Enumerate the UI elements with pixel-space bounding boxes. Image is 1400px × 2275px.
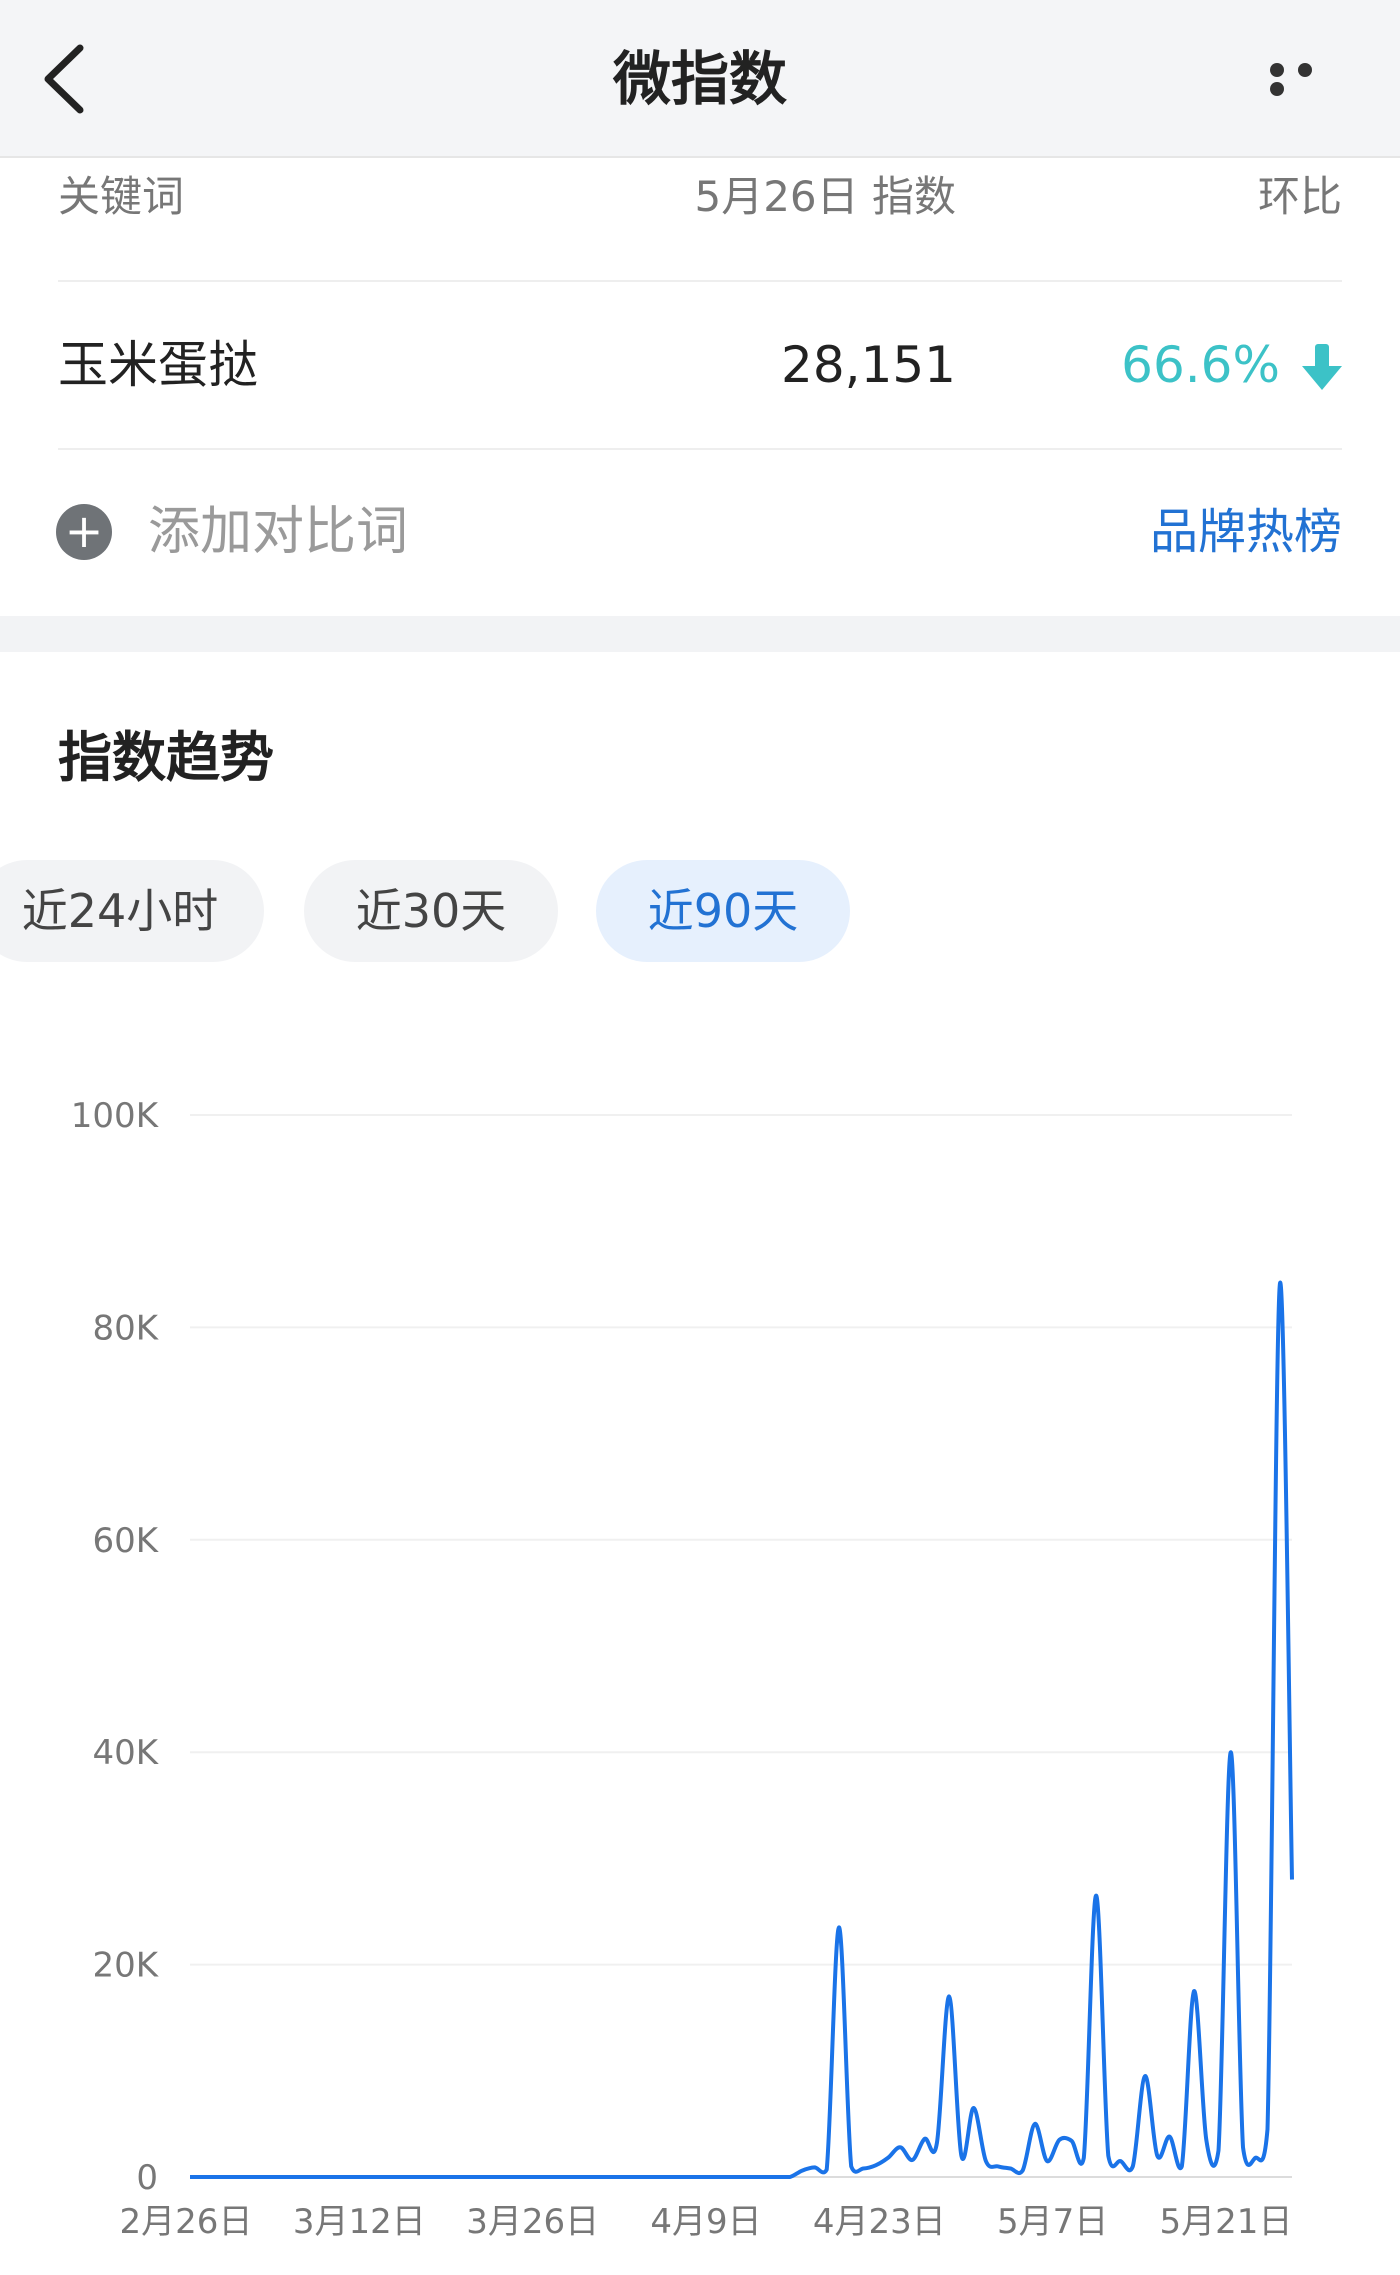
divider — [58, 280, 1342, 282]
y-tick-label: 80K — [92, 1308, 159, 1348]
x-tick-label: 4月9日 — [650, 2202, 761, 2242]
column-index-header: 5月26日 指数 — [694, 172, 956, 221]
series-line — [190, 1280, 1294, 2179]
arrow-down-icon — [1302, 344, 1342, 390]
divider — [58, 448, 1342, 450]
tab-24h[interactable]: 近24小时 — [0, 860, 264, 962]
brand-hot-list-link[interactable]: 品牌热榜 — [1150, 498, 1342, 566]
nav-bar: 微指数 — [0, 0, 1400, 158]
section-separator — [0, 616, 1400, 652]
y-tick-label: 100K — [71, 1096, 160, 1136]
add-compare-word-button[interactable]: 添加对比词 — [148, 496, 408, 568]
page-title: 微指数 — [612, 45, 787, 113]
more-horizontal-icon[interactable] — [1270, 62, 1350, 96]
section-title: 指数趋势 — [58, 726, 274, 789]
keyword-index-value: 28,151 — [781, 336, 956, 394]
x-tick-label: 5月21日 — [1160, 2202, 1293, 2242]
x-tick-label: 2月26日 — [120, 2202, 253, 2242]
x-tick-label: 4月23日 — [813, 2202, 946, 2242]
column-keyword-header: 关键词 — [58, 172, 185, 221]
y-tick-label: 0 — [136, 2158, 158, 2198]
x-tick-label: 3月26日 — [466, 2202, 599, 2242]
trend-chart: 0 20K 40K 60K 80K 100K 2月26日 3月12日 3月26日 4月9日 4月23… — [71, 1096, 1294, 2242]
tab-30d[interactable]: 近30天 — [304, 860, 558, 962]
x-tick-label: 3月12日 — [293, 2202, 426, 2242]
y-tick-label: 60K — [92, 1521, 159, 1561]
plus-circle-icon[interactable]: + — [56, 504, 112, 560]
column-change-header: 环比 — [1257, 172, 1342, 221]
tab-90d[interactable]: 近90天 — [596, 860, 850, 962]
keyword-name[interactable]: 玉米蛋挞 — [58, 330, 258, 400]
keyword-change-value: 66.6% — [1121, 336, 1280, 394]
x-tick-label: 5月7日 — [997, 2202, 1108, 2242]
y-tick-label: 40K — [92, 1733, 159, 1773]
y-tick-label: 20K — [92, 1946, 159, 1986]
